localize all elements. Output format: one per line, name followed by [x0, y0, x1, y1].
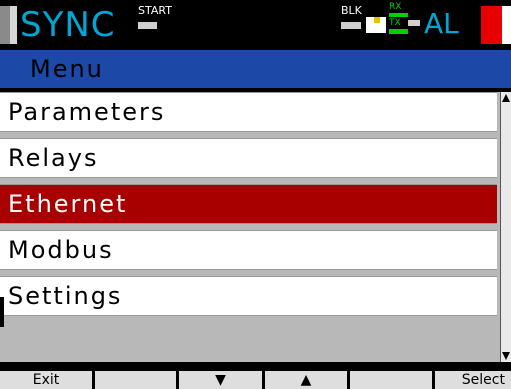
alarm-label: AL [424, 7, 459, 40]
status-bar: SYNC START BLK RX TX AL [0, 0, 511, 44]
sync-mode-label: SYNC [20, 5, 116, 45]
rx-label: RX [389, 2, 402, 12]
softkey-2-button[interactable] [95, 371, 176, 389]
scroll-up-arrow-icon[interactable] [502, 94, 510, 102]
start-label: START [138, 4, 172, 17]
comm-line-indicator [408, 20, 420, 26]
start-indicator [138, 22, 157, 29]
menu-item-settings[interactable]: Settings [0, 276, 497, 316]
page-title-bar: Menu [0, 50, 511, 88]
exit-button[interactable]: Exit [0, 371, 92, 389]
sync-indicator-box [10, 6, 17, 44]
tx-indicator [389, 29, 408, 34]
menu-list: Parameters Relays Ethernet Modbus Settin… [0, 92, 500, 362]
rx-indicator [389, 13, 408, 17]
scroll-down-arrow-icon[interactable] [502, 352, 510, 360]
page-title: Menu [30, 55, 104, 83]
menu-item-label: Modbus [8, 236, 114, 264]
list-edge-marker [0, 297, 4, 327]
softkey-5-button[interactable] [350, 371, 432, 389]
block-status-icon [366, 17, 386, 33]
status-side-block [0, 6, 10, 44]
menu-item-label: Relays [8, 144, 99, 172]
up-button[interactable]: ▲ [265, 371, 347, 389]
select-button[interactable]: Select [435, 371, 511, 389]
blk-indicator [341, 22, 361, 29]
menu-item-relays[interactable]: Relays [0, 138, 497, 178]
menu-item-parameters[interactable]: Parameters [0, 92, 497, 132]
menu-item-label: Ethernet [8, 190, 128, 218]
alarm-indicator [481, 6, 502, 44]
menu-item-ethernet[interactable]: Ethernet [0, 184, 497, 224]
scrollbar[interactable] [500, 92, 511, 362]
softkey-bar: Exit ▼ ▲ Select [0, 365, 511, 389]
alarm-edge [502, 6, 511, 44]
blk-label: BLK [341, 4, 362, 17]
menu-item-modbus[interactable]: Modbus [0, 230, 497, 270]
menu-item-label: Parameters [8, 98, 166, 126]
down-button[interactable]: ▼ [179, 371, 262, 389]
tx-label: TX [389, 18, 401, 28]
menu-item-label: Settings [8, 282, 123, 310]
